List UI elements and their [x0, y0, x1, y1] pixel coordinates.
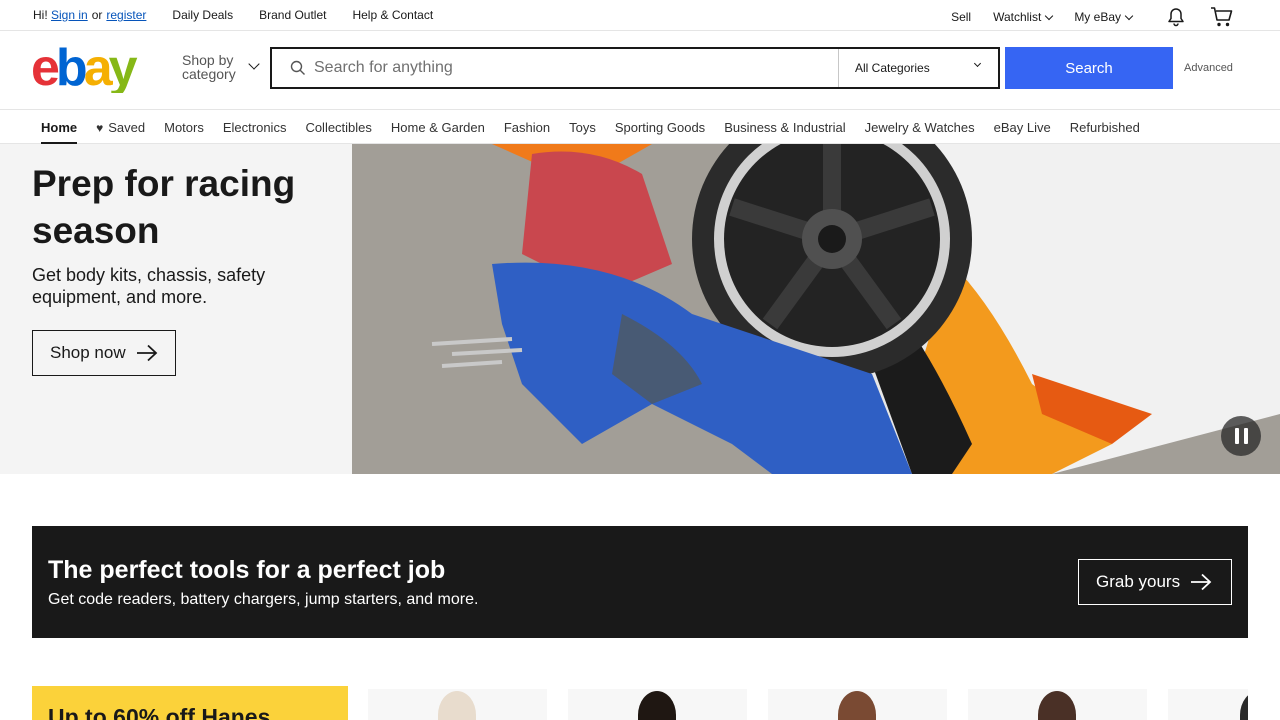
nav-item-jewelry-watches[interactable]: Jewelry & Watches [865, 120, 975, 135]
register-link[interactable]: register [106, 8, 146, 22]
chevron-down-icon [973, 59, 982, 68]
sign-in-link[interactable]: Sign in [51, 8, 88, 22]
nav-item-home-garden[interactable]: Home & Garden [391, 120, 485, 135]
bell-icon[interactable] [1164, 7, 1188, 27]
brand-outlet-link[interactable]: Brand Outlet [259, 8, 326, 22]
nav-item-refurbished[interactable]: Refurbished [1070, 120, 1140, 135]
nav-item-collectibles[interactable]: Collectibles [305, 120, 371, 135]
search-input[interactable] [314, 59, 814, 77]
my-ebay-menu[interactable]: My eBay [1074, 10, 1134, 24]
shop-now-button[interactable]: Shop now [32, 330, 176, 376]
heart-icon: ♥ [96, 120, 104, 135]
nav-item-saved[interactable]: ♥ Saved [96, 120, 145, 135]
nav-item-electronics[interactable]: Electronics [223, 120, 287, 135]
shop-by-category-button[interactable]: Shop by category [182, 52, 260, 82]
top-bar: Hi! Sign in or register Daily Deals Bran… [0, 0, 1280, 31]
watchlist-label: Watchlist [993, 10, 1042, 24]
hanes-promo-card[interactable]: Up to 60% off Hanes [32, 686, 348, 720]
cart-icon[interactable] [1210, 7, 1234, 27]
hero-banner: Prep for racing season Get body kits, ch… [0, 144, 1280, 474]
product-card[interactable] [1168, 689, 1248, 720]
pause-icon [1234, 428, 1239, 444]
nav-item-motors[interactable]: Motors [164, 120, 204, 135]
header: ebay Shop by category All Categories Sea… [0, 31, 1280, 110]
nav-item-sporting-goods[interactable]: Sporting Goods [615, 120, 705, 135]
search-bar: All Categories [270, 47, 1000, 89]
chevron-down-icon [1124, 11, 1134, 20]
top-bar-right: Sell Watchlist My eBay [929, 7, 1234, 27]
nav-item-ebay-live[interactable]: eBay Live [994, 120, 1051, 135]
help-contact-link[interactable]: Help & Contact [352, 8, 433, 22]
arrow-right-icon [136, 344, 157, 362]
advanced-search-link[interactable]: Advanced [1184, 62, 1233, 74]
category-select-value: All Categories [855, 61, 930, 75]
category-label: category [182, 66, 236, 82]
top-bar-left: Hi! Sign in or register Daily Deals Bran… [33, 8, 433, 22]
category-select[interactable]: All Categories [838, 49, 998, 87]
shop-now-label: Shop now [50, 343, 126, 362]
category-nav: Home ♥ Saved Motors Electronics Collectib… [0, 110, 1280, 144]
product-card[interactable] [568, 689, 747, 720]
nav-item-saved-label: Saved [108, 120, 146, 135]
search-icon [290, 60, 305, 75]
nav-item-home[interactable]: Home [41, 120, 78, 144]
nav-item-business-industrial[interactable]: Business & Industrial [724, 120, 845, 135]
search-button[interactable]: Search [1005, 47, 1173, 89]
search-input-wrap [272, 49, 838, 87]
chevron-down-icon [248, 58, 260, 70]
chevron-down-icon [1045, 11, 1054, 20]
grab-yours-label: Grab yours [1096, 572, 1181, 591]
hero-subtitle: Get body kits, chassis, safety equipment… [32, 265, 266, 307]
model-image [838, 691, 876, 720]
product-card[interactable] [368, 689, 547, 720]
pause-icon [1243, 428, 1248, 444]
promo-title: The perfect tools for a perfect job [48, 556, 446, 584]
product-card[interactable] [768, 689, 947, 720]
product-card[interactable] [968, 689, 1147, 720]
svg-text:ebay: ebay [31, 41, 138, 93]
hanes-promo-title: Up to 60% off Hanes [48, 704, 271, 720]
hero-title: Prep for racing season [32, 163, 296, 251]
shop-by-label: Shop by [182, 52, 234, 68]
model-image [638, 691, 676, 720]
nav-item-fashion[interactable]: Fashion [504, 120, 550, 135]
daily-deals-link[interactable]: Daily Deals [172, 8, 233, 22]
promo-subtitle: Get code readers, battery chargers, jump… [48, 591, 479, 608]
pause-button[interactable] [1221, 416, 1261, 456]
model-image [1038, 691, 1076, 720]
or-text: or [91, 8, 103, 22]
watchlist-menu[interactable]: Watchlist [993, 10, 1054, 24]
promo-banner: The perfect tools for a perfect job Get … [32, 526, 1248, 638]
hero-image[interactable] [352, 144, 1280, 474]
sell-link[interactable]: Sell [951, 10, 971, 24]
arrow-right-icon [1191, 573, 1212, 591]
nav-item-toys[interactable]: Toys [569, 120, 596, 135]
my-ebay-label: My eBay [1074, 10, 1121, 24]
grab-yours-button[interactable]: Grab yours [1078, 559, 1232, 605]
model-image [1240, 691, 1248, 720]
model-image [438, 691, 476, 720]
ebay-logo[interactable]: ebay [31, 39, 151, 97]
greeting-text: Hi! [33, 8, 48, 22]
